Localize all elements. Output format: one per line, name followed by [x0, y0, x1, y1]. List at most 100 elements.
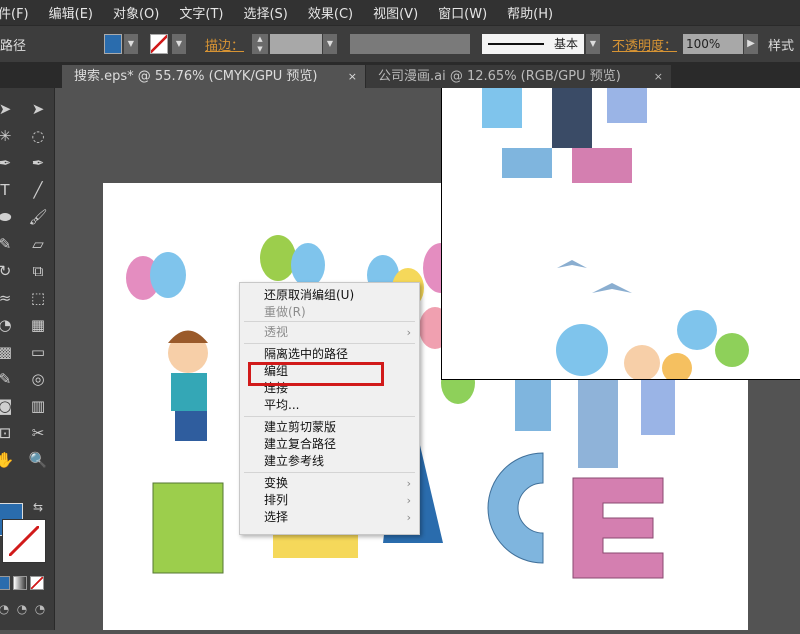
tab-label: 搜索.eps* @ 55.76% (CMYK/GPU 预览)	[74, 69, 318, 84]
context-menu-item: 重做(R)	[240, 304, 419, 321]
menu-item-label: 建立复合路径	[264, 437, 337, 451]
shaper-tool-icon[interactable]: ✎	[0, 233, 16, 255]
direct-selection-tool-icon[interactable]: ➤	[27, 98, 49, 120]
context-menu-item[interactable]: 排列 ›	[240, 492, 419, 509]
context-menu-item[interactable]: 选择 ›	[240, 509, 419, 526]
letter-C	[487, 452, 544, 564]
slice-tool-icon[interactable]: ✂	[27, 422, 49, 444]
tools-panel: ➤ ➤ ✳ ◌ ✒ ✒ T ╱ ⬬ 🖌 ✎ ▱ ↻ ⧉ ≈ ⬚ ◔ ▦ ▩ ▭ ✎ ◎ ◙ ▥ ⊡ ✂ ✋ 🔍 ⇆ ◔ ◔ ◔	[0, 88, 55, 630]
menu-separator	[244, 472, 415, 473]
stroke-label[interactable]: 描边：	[205, 35, 244, 54]
document-tabs: 搜索.eps* @ 55.76% (CMYK/GPU 预览) × 公司漫画.ai…	[0, 63, 800, 88]
draw-normal-icon[interactable]: ◔	[0, 602, 12, 618]
close-icon[interactable]: ×	[348, 65, 357, 88]
context-menu-item: 透视 ›	[240, 324, 419, 341]
menu-6[interactable]: 视图(V)	[373, 3, 418, 22]
menu-2[interactable]: 对象(O)	[113, 3, 159, 22]
close-icon[interactable]: ×	[654, 65, 663, 88]
tab-company-comic-ai[interactable]: 公司漫画.ai @ 12.65% (RGB/GPU 预览) ×	[366, 65, 671, 88]
highlight-box	[248, 362, 384, 386]
menu-0[interactable]: 件(F)	[0, 3, 29, 22]
context-menu: 还原取消编组(U) 重做(R) 透视 › 隔离选中的路径 编组 连接 平均... 建立剪切蒙版建…	[239, 282, 420, 535]
menu-8[interactable]: 帮助(H)	[507, 3, 553, 22]
swap-icon[interactable]: ⇆	[33, 500, 47, 514]
free-transform-tool-icon[interactable]: ⬚	[27, 287, 49, 309]
control-panel: 路径 ▼ ▼ 描边： ▲ ▼ ▼ 基本 ▼ 不透明度： 100% ▶ 样式	[0, 25, 800, 63]
rotate-tool-icon[interactable]: ↻	[0, 260, 16, 282]
scale-tool-icon[interactable]: ⧉	[27, 260, 49, 282]
letter-E	[572, 477, 664, 579]
tab-search-eps[interactable]: 搜索.eps* @ 55.76% (CMYK/GPU 预览) ×	[62, 65, 365, 88]
blend-tool-icon[interactable]: ◎	[27, 368, 49, 390]
menu-item-label: 排列	[264, 493, 289, 507]
hand-tool-icon[interactable]: ✋	[0, 449, 16, 471]
child-left	[168, 330, 208, 441]
stroke-color-icon[interactable]	[2, 519, 46, 563]
menu-7[interactable]: 窗口(W)	[438, 3, 487, 22]
stroke-line-preview	[488, 43, 544, 45]
menu-item-label: 还原取消编组(U)	[264, 288, 355, 302]
lasso-tool-icon[interactable]: ◌	[27, 125, 49, 147]
illustration-preview	[482, 88, 749, 379]
zoom-tool-icon[interactable]: 🔍	[27, 449, 49, 471]
stroke-dropdown[interactable]: ▼	[172, 34, 186, 54]
opacity-label[interactable]: 不透明度：	[612, 35, 677, 54]
magic-wand-tool-icon[interactable]: ✳	[0, 125, 16, 147]
shape-builder-tool-icon[interactable]: ◔	[0, 314, 16, 336]
menu-1[interactable]: 编辑(E)	[49, 3, 93, 22]
second-document-window	[441, 88, 800, 380]
context-menu-item[interactable]: 建立参考线	[240, 453, 419, 470]
stroke-weight-stepper[interactable]: ▲ ▼	[252, 34, 268, 54]
stroke-weight-input[interactable]	[270, 34, 322, 54]
style-label[interactable]: 样式	[768, 35, 794, 54]
draw-inside-icon[interactable]: ◔	[32, 602, 48, 618]
gradient-mode-icon[interactable]	[13, 576, 27, 590]
curvature-tool-icon[interactable]: ✒	[27, 152, 49, 174]
selection-tool-icon[interactable]: ➤	[0, 98, 16, 120]
eraser-tool-icon[interactable]: ▱	[27, 233, 49, 255]
none-mode-icon[interactable]	[30, 576, 44, 590]
fill-swatch[interactable]	[104, 34, 122, 54]
menu-separator	[244, 416, 415, 417]
menu-5[interactable]: 效果(C)	[308, 3, 353, 22]
context-menu-item[interactable]: 建立剪切蒙版	[240, 419, 419, 436]
gradient-tool-icon[interactable]: ▭	[27, 341, 49, 363]
menu-item-label: 透视	[264, 325, 289, 339]
line-tool-icon[interactable]: ╱	[27, 179, 49, 201]
warp-tool-icon[interactable]: ≈	[0, 287, 16, 309]
menu-item-label: 建立参考线	[264, 454, 325, 468]
eyedropper-tool-icon[interactable]: ✎	[0, 368, 16, 390]
menu-item-label: 选择	[264, 510, 289, 524]
context-menu-item[interactable]: 建立复合路径	[240, 436, 419, 453]
artboard-tool-icon[interactable]: ⊡	[0, 422, 16, 444]
brush-dropdown[interactable]: ▼	[586, 34, 600, 54]
fill-dropdown[interactable]: ▼	[124, 34, 138, 54]
menu-item-label: 建立剪切蒙版	[264, 420, 337, 434]
symbol-sprayer-tool-icon[interactable]: ◙	[0, 395, 16, 417]
context-menu-item[interactable]: 变换 ›	[240, 475, 419, 492]
opacity-arrow[interactable]: ▶	[744, 34, 758, 54]
paintbrush-tool-icon[interactable]: 🖌	[27, 206, 49, 228]
variable-width-profile[interactable]	[350, 34, 470, 54]
context-menu-item[interactable]: 还原取消编组(U)	[240, 287, 419, 304]
draw-behind-icon[interactable]: ◔	[14, 602, 30, 618]
mesh-tool-icon[interactable]: ▩	[0, 341, 16, 363]
chevron-right-icon: ›	[406, 494, 411, 507]
tab-label: 公司漫画.ai @ 12.65% (RGB/GPU 预览)	[378, 69, 621, 84]
context-menu-item[interactable]: 隔离选中的路径	[240, 346, 419, 363]
perspective-grid-tool-icon[interactable]: ▦	[27, 314, 49, 336]
type-tool-icon[interactable]: T	[0, 179, 16, 201]
pen-tool-icon[interactable]: ✒	[0, 152, 16, 174]
context-menu-item[interactable]: 平均...	[240, 397, 419, 414]
menu-separator	[244, 321, 415, 322]
brush-definition[interactable]: 基本	[482, 34, 584, 54]
opacity-input[interactable]: 100%	[683, 34, 743, 54]
color-mode-icon[interactable]	[0, 576, 10, 590]
menu-4[interactable]: 选择(S)	[243, 3, 287, 22]
column-graph-tool-icon[interactable]: ▥	[27, 395, 49, 417]
stroke-weight-dropdown[interactable]: ▼	[323, 34, 337, 54]
menu-3[interactable]: 文字(T)	[179, 3, 223, 22]
stroke-swatch[interactable]	[150, 34, 168, 54]
ellipse-tool-icon[interactable]: ⬬	[0, 206, 16, 228]
menu-separator	[244, 343, 415, 344]
